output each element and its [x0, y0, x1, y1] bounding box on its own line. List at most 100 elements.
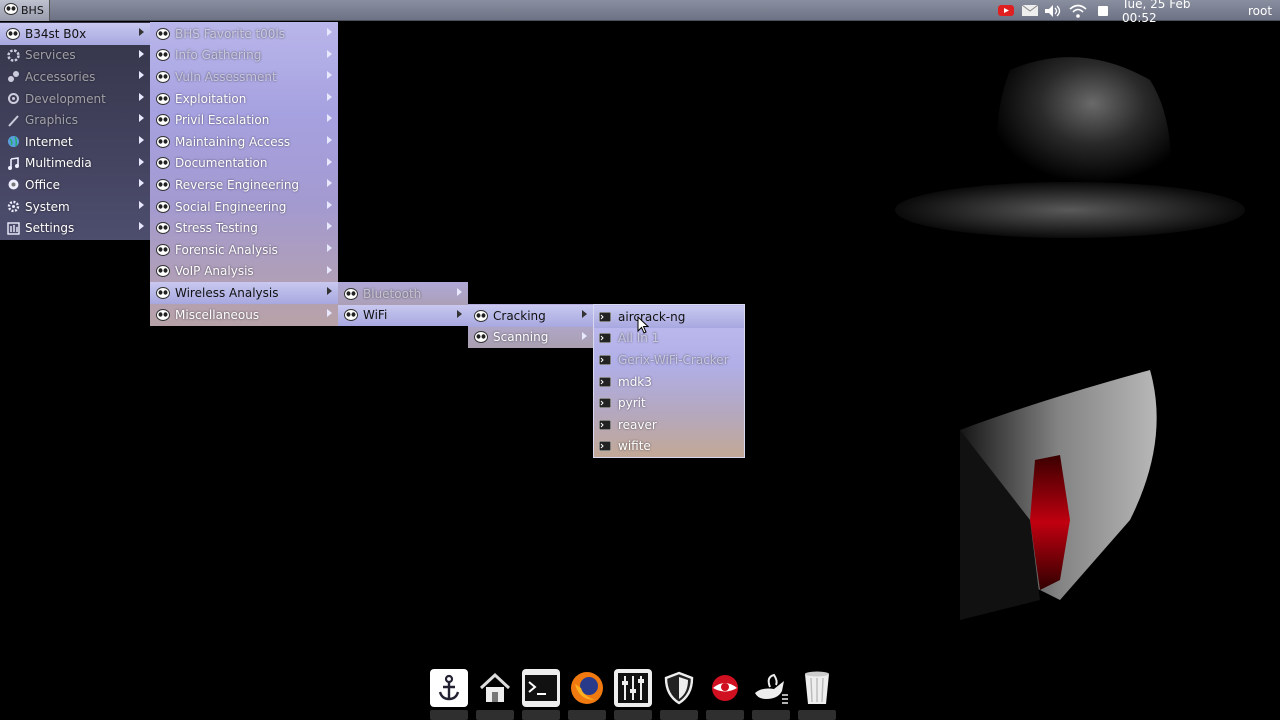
submenu-arrow-icon — [139, 92, 144, 101]
wireless-submenu: Bluetooth WiFi — [338, 282, 468, 327]
bhs-icon — [156, 243, 170, 257]
submenu-arrow-icon — [327, 308, 332, 317]
menu-item-all-in-1[interactable]: All In 1 — [594, 328, 744, 350]
menu-item-label: Gerix-WiFi-Cracker — [618, 352, 729, 367]
submenu-arrow-icon — [327, 222, 332, 231]
shield-icon[interactable] — [660, 669, 698, 707]
terminal-app-icon — [599, 441, 611, 452]
menu-item-vuln-assessment[interactable]: Vuln Assessment — [150, 66, 338, 88]
menu-item-bluetooth[interactable]: Bluetooth — [338, 283, 468, 305]
start-menu-button[interactable]: BHS — [0, 0, 50, 21]
menu-item-scanning[interactable]: Scanning — [468, 327, 593, 349]
system-icon — [6, 200, 20, 214]
terminal-icon[interactable] — [522, 669, 560, 707]
wifi-icon[interactable] — [1068, 0, 1088, 21]
menu-item-label: Documentation — [175, 156, 268, 171]
volume-icon[interactable] — [1043, 0, 1063, 21]
terminal-app-icon — [599, 419, 611, 430]
menu-item-settings[interactable]: Settings — [0, 217, 150, 239]
submenu-arrow-icon — [139, 200, 144, 209]
submenu-arrow-icon — [327, 71, 332, 80]
menu-item-label: System — [25, 199, 70, 214]
menu-item-label: Accessories — [25, 69, 96, 84]
menu-item-forensic-analysis[interactable]: Forensic Analysis — [150, 239, 338, 261]
bhs-icon — [156, 286, 170, 300]
menu-item-info-gathering[interactable]: Info Gathering — [150, 45, 338, 67]
submenu-arrow-icon — [139, 179, 144, 188]
office-icon — [6, 178, 20, 192]
menu-item-stress-testing[interactable]: Stress Testing — [150, 217, 338, 239]
eye-icon[interactable] — [706, 669, 744, 707]
menu-item-label: VoIP Analysis — [175, 264, 254, 279]
youtube-icon[interactable] — [996, 0, 1016, 21]
menu-item-development[interactable]: Development — [0, 88, 150, 110]
menu-item-mdk3[interactable]: mdk3 — [594, 371, 744, 393]
accessories-icon — [6, 70, 20, 84]
mixer-icon[interactable] — [614, 669, 652, 707]
menu-item-label: Maintaining Access — [175, 134, 291, 149]
bhs-submenu: BHS Favorite t00ls Info Gathering Vuln A… — [150, 22, 338, 326]
menu-item-label: wifite — [618, 439, 651, 454]
mail-icon[interactable] — [1020, 0, 1040, 21]
bhs-icon — [156, 156, 170, 170]
terminal-app-icon — [599, 333, 611, 344]
submenu-arrow-icon — [327, 92, 332, 101]
menu-item-graphics[interactable]: Graphics — [0, 109, 150, 131]
menu-item-label: WiFi — [363, 308, 388, 323]
anchor-icon[interactable] — [430, 669, 468, 707]
bhs-icon — [156, 264, 170, 278]
trash-icon[interactable] — [798, 669, 836, 707]
menu-item-multimedia[interactable]: Multimedia — [0, 153, 150, 175]
submenu-arrow-icon — [327, 265, 332, 274]
menu-item-reverse-engineering[interactable]: Reverse Engineering — [150, 174, 338, 196]
bhs-icon — [474, 309, 488, 323]
menu-item-maintaining-access[interactable]: Maintaining Access — [150, 131, 338, 153]
submenu-arrow-icon — [327, 179, 332, 188]
menu-item-label: Scanning — [493, 330, 549, 345]
menu-item-aircrack-ng[interactable]: aircrack-ng — [594, 306, 744, 328]
menu-item-label: reaver — [618, 417, 657, 432]
menu-item-cracking[interactable]: Cracking — [468, 305, 593, 327]
menu-item-internet[interactable]: Internet — [0, 131, 150, 153]
menu-item-services[interactable]: Services — [0, 45, 150, 67]
stop-icon[interactable] — [1093, 0, 1113, 21]
menu-item-documentation[interactable]: Documentation — [150, 153, 338, 175]
menu-item-b34st-b0x[interactable]: B34st B0x — [0, 23, 150, 45]
menu-item-label: mdk3 — [618, 374, 652, 389]
internet-icon — [6, 135, 20, 149]
menu-item-bhs-favorites[interactable]: BHS Favorite t00ls — [150, 23, 338, 45]
menu-item-label: Cracking — [493, 308, 546, 323]
services-icon — [6, 48, 20, 62]
menu-item-label: Info Gathering — [175, 48, 262, 63]
bhs-icon — [6, 27, 20, 41]
menu-item-reaver[interactable]: reaver — [594, 414, 744, 436]
home-icon[interactable] — [476, 669, 514, 707]
menu-item-miscellaneous[interactable]: Miscellaneous — [150, 304, 338, 326]
firefox-icon[interactable] — [568, 669, 606, 707]
menu-item-office[interactable]: Office — [0, 174, 150, 196]
submenu-arrow-icon — [139, 71, 144, 80]
dock-reflection — [430, 710, 850, 720]
menu-item-voip-analysis[interactable]: VoIP Analysis — [150, 261, 338, 283]
dock — [430, 666, 850, 710]
menu-item-system[interactable]: System — [0, 196, 150, 218]
menu-item-label: Development — [25, 91, 106, 106]
terminal-app-icon — [599, 354, 611, 365]
genie-lamp-icon[interactable] — [752, 669, 790, 707]
menu-item-privil-escalation[interactable]: Privil Escalation — [150, 109, 338, 131]
wifi-submenu: Cracking Scanning — [468, 304, 593, 348]
menu-item-gerix-wifi-cracker[interactable]: Gerix-WiFi-Cracker — [594, 349, 744, 371]
clock[interactable]: Tue, 25 Feb 00:52 — [1122, 0, 1228, 25]
menu-item-wifi[interactable]: WiFi — [338, 304, 468, 327]
menu-item-wireless-analysis[interactable]: Wireless Analysis — [150, 282, 338, 304]
menu-item-wifite[interactable]: wifite — [594, 436, 744, 458]
cracking-submenu: aircrack-ng All In 1 Gerix-WiFi-Cracker … — [593, 304, 745, 458]
menu-item-label: pyrit — [618, 396, 646, 411]
menu-item-exploitation[interactable]: Exploitation — [150, 88, 338, 110]
menu-item-social-engineering[interactable]: Social Engineering — [150, 196, 338, 218]
submenu-arrow-icon — [457, 309, 462, 318]
user-name[interactable]: root — [1240, 0, 1280, 21]
menu-item-accessories[interactable]: Accessories — [0, 66, 150, 88]
menu-item-pyrit[interactable]: pyrit — [594, 392, 744, 414]
submenu-arrow-icon — [327, 49, 332, 58]
